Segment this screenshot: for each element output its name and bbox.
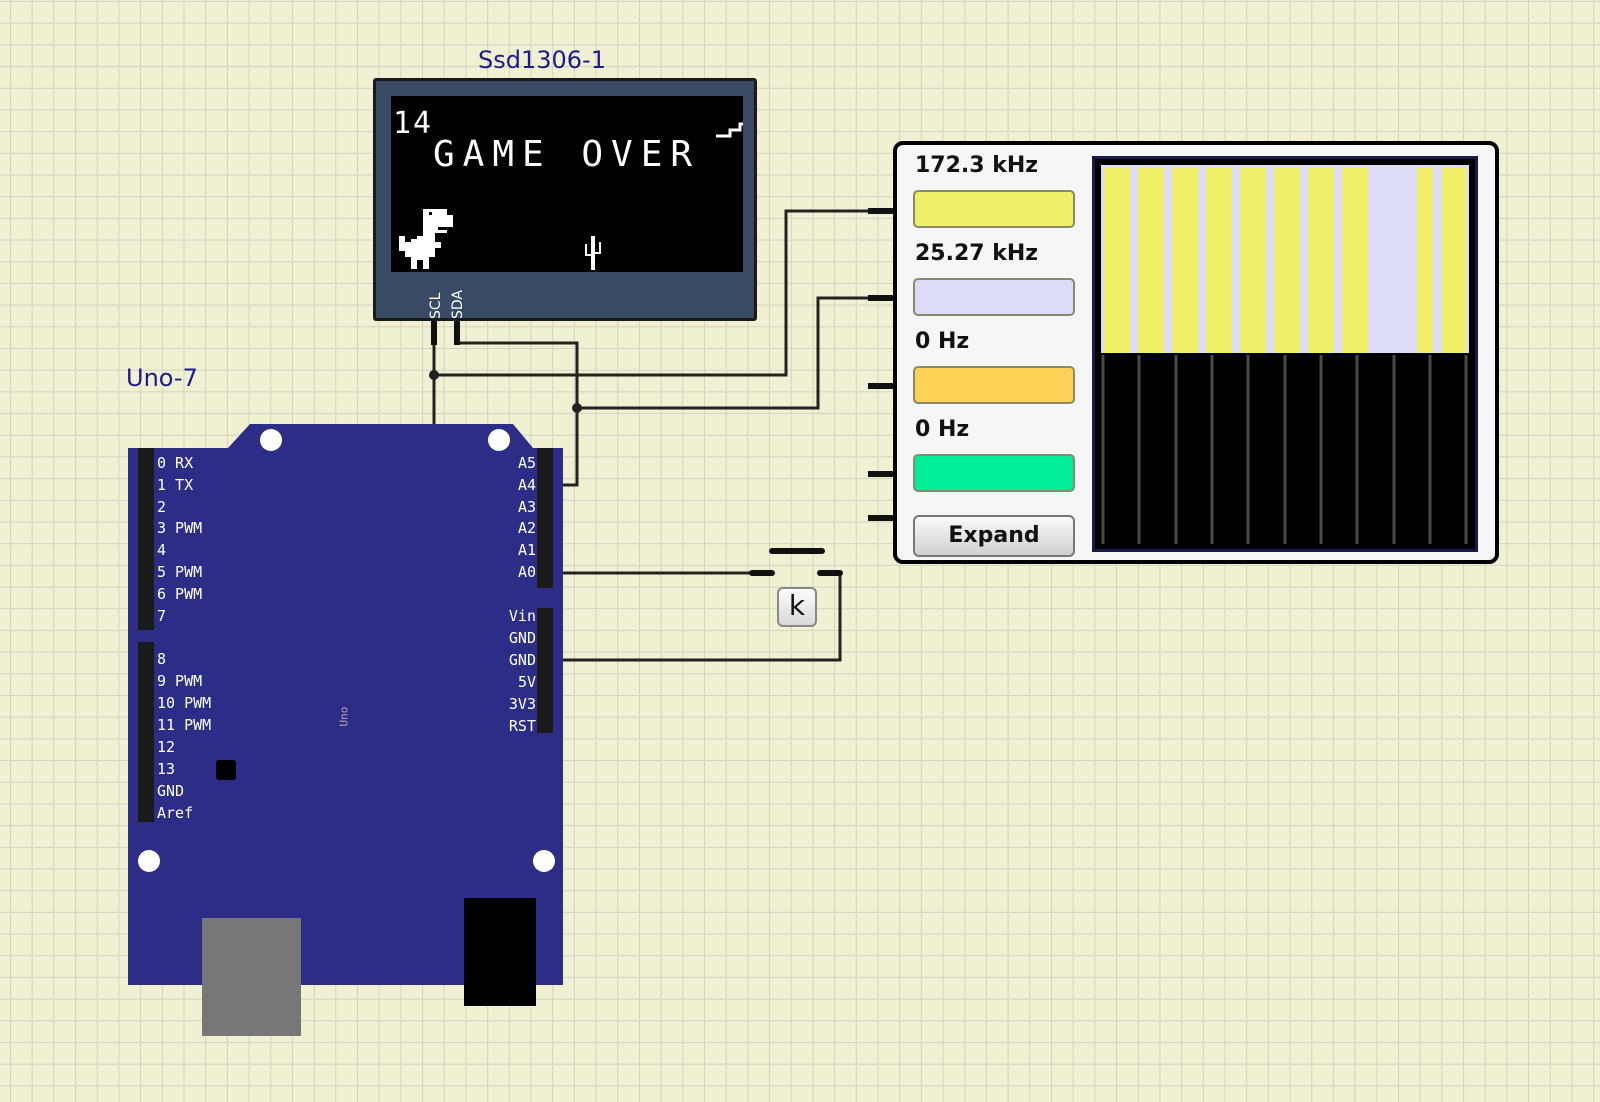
pin-a4[interactable]: A4	[496, 476, 536, 494]
cactus-icon	[585, 236, 601, 270]
pin-gnd-1[interactable]: GND	[496, 629, 536, 647]
logic-analyzer[interactable]: 172.3 kHz 25.27 kHz 0 Hz 0 Hz Expand	[893, 141, 1499, 564]
push-button-key[interactable]: k	[777, 587, 817, 627]
pin-a2[interactable]: A2	[496, 519, 536, 537]
channel-1-swatch[interactable]	[913, 190, 1075, 228]
pin-a0[interactable]: A0	[496, 563, 536, 581]
oled-score: 14	[393, 106, 434, 141]
pin-7[interactable]: 7	[157, 607, 166, 625]
analyzer-scope	[1092, 156, 1478, 552]
oled-pin-scl: SCL	[428, 292, 444, 319]
pin-12[interactable]: 12	[157, 738, 175, 756]
uno-board-text: Uno	[337, 706, 351, 727]
pin-1[interactable]: 1 TX	[157, 476, 193, 494]
pin-5[interactable]: 5 PWM	[157, 563, 202, 581]
pin-a5[interactable]: A5	[496, 454, 536, 472]
scope-traces	[1101, 165, 1469, 544]
pin-aref[interactable]: Aref	[157, 804, 193, 822]
pin-6[interactable]: 6 PWM	[157, 585, 202, 603]
dino-icon	[399, 209, 453, 269]
pin-0[interactable]: 0 RX	[157, 454, 193, 472]
pin-5v[interactable]: 5V	[496, 673, 536, 691]
pin-gnd-left[interactable]: GND	[157, 782, 184, 800]
arduino-uno-board[interactable]: Uno 0 RX 1 TX 2 3 PWM 4 5 PWM 6 PWM 7 8 …	[128, 418, 568, 1042]
pin-3v3[interactable]: 3V3	[496, 695, 536, 713]
pin-a1[interactable]: A1	[496, 541, 536, 559]
pin-4[interactable]: 4	[157, 541, 166, 559]
channel-3-swatch[interactable]	[913, 366, 1075, 404]
oled-display[interactable]: 14 GAME OVER SCL SDA	[373, 78, 757, 321]
pin-3[interactable]: 3 PWM	[157, 519, 202, 537]
oled-game-over-text: GAME OVER	[433, 134, 701, 175]
cloud-icon	[716, 122, 743, 138]
oled-pin-sda: SDA	[450, 290, 466, 319]
pin-a3[interactable]: A3	[496, 498, 536, 516]
pin-13[interactable]: 13	[157, 760, 175, 778]
pin-2[interactable]: 2	[157, 498, 166, 516]
pin-rst[interactable]: RST	[496, 717, 536, 735]
channel-4-frequency: 0 Hz	[915, 417, 970, 442]
channel-2-frequency: 25.27 kHz	[915, 241, 1039, 266]
pin-11[interactable]: 11 PWM	[157, 716, 211, 734]
channel-4-swatch[interactable]	[913, 454, 1075, 492]
channel-3-frequency: 0 Hz	[915, 329, 970, 354]
pin-9[interactable]: 9 PWM	[157, 672, 202, 690]
expand-button[interactable]: Expand	[913, 515, 1075, 557]
pin-8[interactable]: 8	[157, 650, 166, 668]
pin-vin[interactable]: Vin	[496, 607, 536, 625]
channel-2-swatch[interactable]	[913, 278, 1075, 316]
pin-gnd-2[interactable]: GND	[496, 651, 536, 669]
oled-screen: 14 GAME OVER	[391, 96, 743, 272]
channel-1-frequency: 172.3 kHz	[915, 153, 1039, 178]
pin-10[interactable]: 10 PWM	[157, 694, 211, 712]
